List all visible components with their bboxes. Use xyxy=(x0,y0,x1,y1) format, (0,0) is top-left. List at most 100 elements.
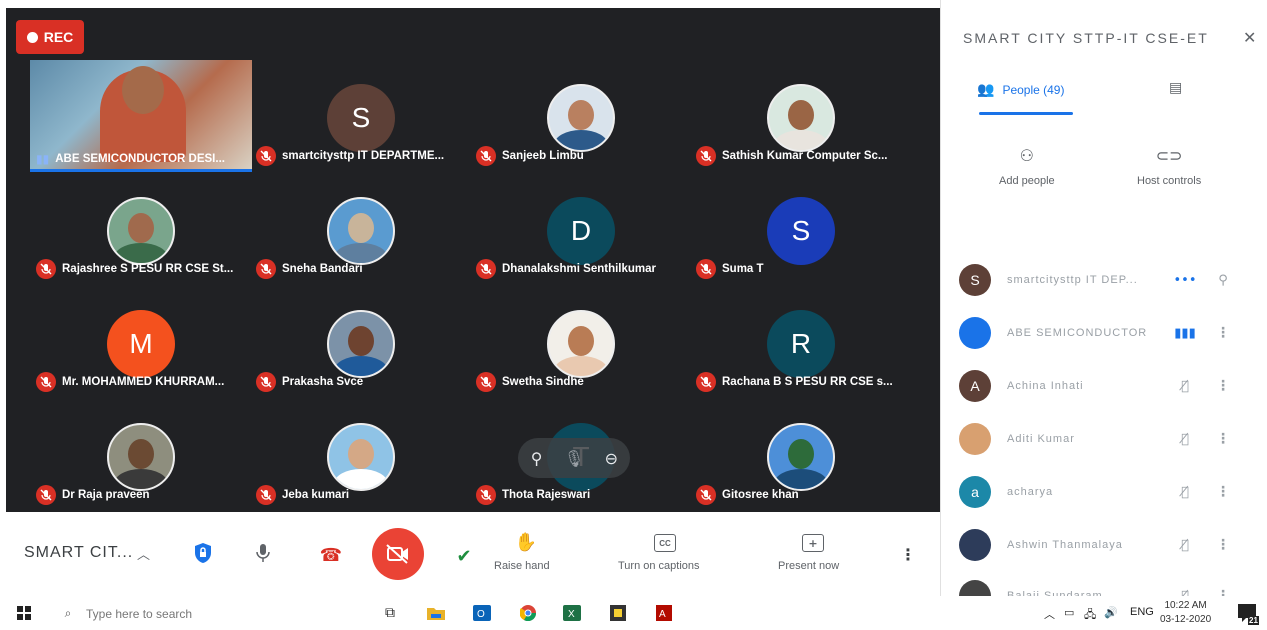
photo-head xyxy=(568,100,594,130)
more-options-icon[interactable]: ⋮ xyxy=(1203,484,1243,500)
participant-name: Achina Inhati xyxy=(1007,380,1084,392)
excel-icon[interactable]: X xyxy=(562,604,582,622)
mic-off-icon[interactable]: 🎙̸ xyxy=(1167,379,1203,394)
participant-name: Prakasha Svce xyxy=(282,376,364,388)
participant-row[interactable]: Ashwin Thanmalaya 🎙̸ ⋮ xyxy=(959,527,1251,563)
participant-name: Gitosree khan xyxy=(722,489,799,501)
participant-row[interactable]: A Achina Inhati 🎙̸ ⋮ xyxy=(959,368,1251,404)
participant-name: Aditi Kumar xyxy=(1007,433,1075,445)
close-icon[interactable]: ✕ xyxy=(1243,28,1256,47)
participant-name: Jeba kumari xyxy=(282,489,350,501)
participant-tile[interactable]: Sanjeeb Limbu xyxy=(470,60,692,172)
toggle-icon: ⊂⊃ xyxy=(1155,146,1183,165)
more-options-icon[interactable]: ⋮ xyxy=(1203,537,1243,553)
participant-tile[interactable]: Prakasha Svce xyxy=(250,286,472,398)
present-label[interactable]: Present now xyxy=(778,560,839,572)
mic-off-icon xyxy=(696,485,716,505)
avatar-initial: S xyxy=(791,215,811,246)
chrome-icon[interactable] xyxy=(518,604,538,622)
mute-participant-icon[interactable]: 🎙 xyxy=(560,449,588,468)
participant-name: smartcitysttp IT DEPARTME... xyxy=(282,150,445,162)
participant-tile[interactable]: R Rachana B S PESU RR CSE s... xyxy=(690,286,912,398)
more-options-icon[interactable]: ⋮ xyxy=(1203,431,1243,447)
participant-tile[interactable]: Swetha Sindhe xyxy=(470,286,692,398)
audio-state-icon: ▮▮▮ xyxy=(1174,325,1196,341)
tab-people[interactable]: 👥 People (49) xyxy=(977,82,1064,98)
participant-tile[interactable]: Dr Raja praveen xyxy=(30,399,252,511)
tile-name-row: ▮▮ ABE SEMICONDUCTOR DESI... xyxy=(36,152,248,166)
pin-icon[interactable]: ⚲ xyxy=(1203,273,1243,288)
participant-tile[interactable]: Ssmartcitysttp IT DEPARTME... xyxy=(250,60,472,172)
participant-avatar: A xyxy=(959,370,991,402)
more-options-icon[interactable]: ⋮ xyxy=(898,542,918,566)
chevron-up-icon[interactable]: ︿ xyxy=(137,544,150,563)
add-people-button[interactable]: ⚇ Add people xyxy=(999,146,1055,187)
sticky-notes-icon[interactable] xyxy=(608,604,628,622)
tile-name-row: Swetha Sindhe xyxy=(476,372,688,392)
camera-off-button[interactable] xyxy=(372,528,424,580)
checkmark-icon[interactable]: ✔ xyxy=(452,544,476,568)
mic-off-icon[interactable]: 🎙̸ xyxy=(1167,485,1203,500)
avatar-photo xyxy=(107,423,175,491)
clock[interactable]: 10:22 AM 03-12-2020 xyxy=(1160,599,1211,627)
mic-off-icon xyxy=(476,485,496,505)
captions-label[interactable]: Turn on captions xyxy=(618,560,700,572)
participant-tile[interactable]: Sathish Kumar Computer Sc... xyxy=(690,60,912,172)
participant-avatar xyxy=(959,423,991,455)
mic-off-icon[interactable]: 🎙̸ xyxy=(1167,589,1203,597)
windows-start-icon[interactable] xyxy=(16,604,32,622)
participant-row[interactable]: a acharya 🎙̸ ⋮ xyxy=(959,474,1251,510)
microphone-button[interactable] xyxy=(250,540,276,566)
mic-off-icon[interactable]: 🎙̸ xyxy=(1167,432,1203,447)
participant-avatar xyxy=(959,317,991,349)
search-icon[interactable]: ⌕ xyxy=(60,604,76,622)
participant-tile[interactable]: Rajashree S PESU RR CSE St... xyxy=(30,173,252,285)
participant-row[interactable]: Balaji Sundaram 🎙̸ ⋮ xyxy=(959,578,1251,596)
participant-tile[interactable]: Sneha Bandari xyxy=(250,173,472,285)
raise-hand-label[interactable]: Raise hand xyxy=(494,560,550,572)
network-icon[interactable]: 🖧 xyxy=(1084,606,1096,625)
avatar-initial: R xyxy=(790,328,812,359)
chevron-up-icon[interactable]: ︿ xyxy=(1044,606,1055,622)
meeting-title[interactable]: SMART CIT... xyxy=(24,544,133,562)
host-controls-button[interactable]: ⊂⊃ Host controls xyxy=(1137,146,1201,187)
outlook-icon[interactable]: O xyxy=(472,604,492,622)
pin-icon[interactable]: ⚲ xyxy=(523,449,551,468)
raise-hand-icon[interactable]: ✋ xyxy=(512,530,540,554)
language-indicator[interactable]: ENG xyxy=(1130,606,1154,618)
participant-tile[interactable]: D Dhanalakshmi Senthilkumar xyxy=(470,173,692,285)
mic-off-icon xyxy=(36,372,56,392)
chat-icon[interactable]: ▤ xyxy=(1169,80,1182,96)
phone-hangup-icon[interactable]: ☎ xyxy=(318,542,344,568)
shield-lock-icon[interactable] xyxy=(190,540,216,566)
captions-icon[interactable]: CC xyxy=(654,534,676,552)
battery-icon[interactable]: ▭ xyxy=(1064,606,1074,619)
camera-off-icon xyxy=(386,544,408,564)
participant-row[interactable]: ABE SEMICONDUCTOR ▮▮▮ ⋮ xyxy=(959,315,1251,351)
volume-icon[interactable]: 🔊 xyxy=(1104,606,1118,619)
mic-off-icon[interactable]: 🎙̸ xyxy=(1167,538,1203,553)
clock-time: 10:22 AM xyxy=(1164,600,1207,611)
present-screen-icon[interactable]: + xyxy=(802,534,824,552)
file-explorer-icon[interactable] xyxy=(426,604,446,622)
tile-active-speaker-video[interactable]: ▮▮ ABE SEMICONDUCTOR DESI... xyxy=(30,60,252,172)
participant-name: Sneha Bandari xyxy=(282,263,363,275)
more-options-icon[interactable]: ⋮ xyxy=(1203,325,1243,341)
acrobat-icon[interactable]: A xyxy=(654,604,674,622)
participant-tile[interactable]: Jeba kumari xyxy=(250,399,472,511)
participant-row[interactable]: Aditi Kumar 🎙̸ ⋮ xyxy=(959,421,1251,457)
remove-participant-icon[interactable]: ⊖ xyxy=(597,449,625,468)
avatar-initial: S xyxy=(970,272,980,288)
task-view-icon[interactable]: ⧉ xyxy=(380,604,400,622)
taskbar-search-input[interactable]: Type here to search xyxy=(86,607,192,621)
tile-hover-controls: ⚲ 🎙 ⊖ xyxy=(518,438,630,478)
tile-name-row: Dhanalakshmi Senthilkumar xyxy=(476,259,688,279)
more-options-icon[interactable]: ⋮ xyxy=(1203,378,1243,394)
mic-off-icon xyxy=(696,259,716,279)
more-options-icon[interactable]: ⋮ xyxy=(1203,588,1243,596)
participant-row[interactable]: Ssmartcitysttp IT DEP... ••• ⚲ xyxy=(959,262,1251,298)
participant-tile[interactable]: S Suma T xyxy=(690,173,912,285)
participant-tile[interactable]: Gitosree khan xyxy=(690,399,912,511)
participant-tile[interactable]: M Mr. MOHAMMED KHURRAM... xyxy=(30,286,252,398)
avatar-letter: M xyxy=(107,310,175,378)
